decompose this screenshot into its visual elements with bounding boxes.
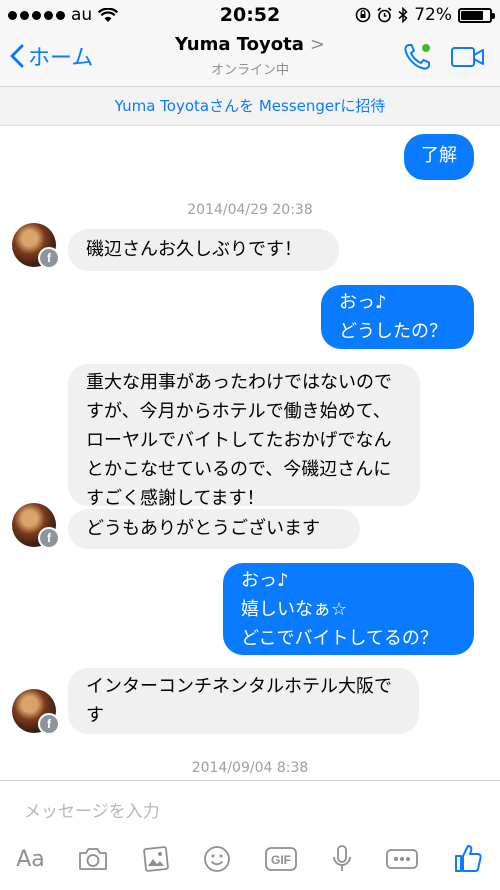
rotation-lock-icon bbox=[355, 7, 371, 23]
message-bubble-outgoing[interactable]: おっ♪ 嬉しいなぁ☆ どこでバイトしてるの？ bbox=[223, 563, 474, 655]
status-bar: au 20:52 72% bbox=[0, 0, 500, 30]
facebook-badge-icon: f bbox=[38, 713, 60, 735]
avatar[interactable]: f bbox=[12, 689, 60, 735]
message-bubble-outgoing[interactable]: おっ♪ どうしたの？ bbox=[321, 285, 474, 349]
camera-icon[interactable] bbox=[77, 846, 109, 872]
mic-icon[interactable] bbox=[331, 844, 353, 874]
alarm-icon bbox=[377, 7, 392, 23]
invite-banner[interactable]: Yuma Toyotaさんを Messengerに招待 bbox=[0, 87, 500, 126]
facebook-badge-icon: f bbox=[38, 247, 60, 269]
avatar[interactable]: f bbox=[12, 503, 60, 549]
composer-toolbar: Aa GIF bbox=[0, 843, 500, 875]
message-input[interactable] bbox=[22, 801, 486, 823]
nav-bar: ホーム Yuma Toyota > オンライン中 bbox=[0, 30, 500, 87]
battery-percent: 72% bbox=[414, 5, 452, 25]
photo-icon[interactable] bbox=[142, 845, 170, 873]
like-icon[interactable] bbox=[452, 843, 484, 875]
gif-icon[interactable]: GIF bbox=[264, 846, 298, 872]
gif-label: GIF bbox=[271, 853, 291, 867]
message-bubble-incoming[interactable]: 磯辺さんお久しぶりです！ bbox=[68, 229, 339, 271]
bluetooth-icon bbox=[398, 7, 408, 23]
phone-icon[interactable] bbox=[402, 42, 432, 72]
battery-icon bbox=[458, 7, 495, 23]
timestamp: 2014/09/04 8:38 bbox=[191, 760, 309, 776]
message-list: 了解 2014/04/29 20:38 f 磯辺さんお久しぶりです！ おっ♪ ど… bbox=[0, 126, 500, 778]
more-icon[interactable] bbox=[385, 847, 419, 871]
avatar[interactable]: f bbox=[12, 223, 60, 269]
text-format-button[interactable]: Aa bbox=[16, 847, 45, 872]
facebook-badge-icon: f bbox=[38, 527, 60, 549]
chevron-right-icon: > bbox=[309, 34, 325, 55]
video-call-icon[interactable] bbox=[450, 45, 486, 69]
contact-name: Yuma Toyota bbox=[175, 34, 304, 55]
message-bubble-incoming[interactable]: どうもありがとうございます bbox=[68, 509, 360, 549]
message-bubble-incoming[interactable]: 重大な用事があったわけではないのですが、今月からホテルで働き始めて、ローヤルでバ… bbox=[68, 364, 420, 509]
message-bubble-outgoing[interactable]: 了解 bbox=[404, 134, 474, 180]
composer: Aa GIF bbox=[0, 780, 500, 890]
message-bubble-incoming[interactable]: インターコンチネンタルホテル大阪です bbox=[68, 668, 419, 734]
smiley-icon[interactable] bbox=[202, 844, 232, 874]
timestamp: 2014/04/29 20:38 bbox=[187, 202, 313, 218]
